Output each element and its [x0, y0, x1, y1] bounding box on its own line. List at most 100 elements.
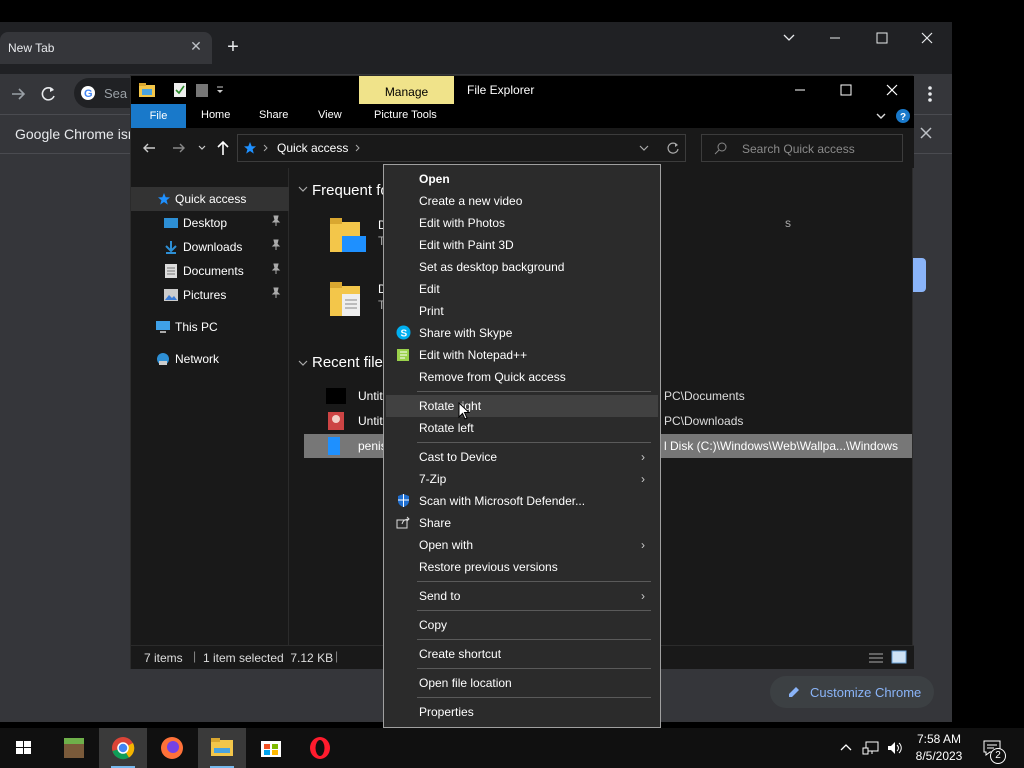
menu-item-edit-notepadpp[interactable]: Edit with Notepad++ [386, 344, 658, 366]
search-box[interactable]: Search Quick access [701, 134, 903, 162]
refresh-icon[interactable] [666, 141, 680, 155]
customize-chrome-button[interactable]: Customize Chrome [770, 676, 934, 708]
taskbar-store[interactable] [247, 728, 295, 768]
menu-item-rotate-left[interactable]: Rotate left [386, 417, 658, 439]
frequent-folder-documents[interactable] [328, 280, 368, 324]
ribbon-tab-picture-tools[interactable]: Picture Tools [374, 109, 437, 121]
menu-item-set-desktop-background[interactable]: Set as desktop background [386, 256, 658, 278]
chrome-close-button[interactable] [904, 22, 950, 54]
menu-item-restore-previous-versions[interactable]: Restore previous versions [386, 556, 658, 578]
menu-item-copy[interactable]: Copy [386, 614, 658, 636]
nav-item-downloads[interactable]: Downloads [131, 235, 289, 259]
ribbon-tab-view[interactable]: View [318, 109, 342, 121]
recent-file-path: PC\Documents [664, 389, 745, 403]
ribbon-expand-chevron-icon[interactable] [875, 110, 887, 122]
clock-time[interactable]: 7:58 AM [914, 732, 964, 746]
frequent-folder-desktop[interactable] [328, 216, 368, 260]
customize-chrome-label: Customize Chrome [810, 685, 922, 700]
breadcrumb-quick-access[interactable]: Quick access [277, 141, 348, 155]
menu-item-7zip[interactable]: 7-Zip › [386, 468, 658, 490]
tab-close-icon[interactable]: ✕ [188, 38, 204, 56]
menu-item-open-file-location[interactable]: Open file location [386, 672, 658, 694]
back-arrow-icon[interactable] [141, 140, 157, 156]
nav-label: Pictures [183, 288, 227, 302]
forward-arrow-icon[interactable] [4, 80, 32, 108]
recent-locations-chevron-icon[interactable] [197, 140, 207, 156]
explorer-minimize-button[interactable] [777, 74, 823, 106]
menu-item-scan-defender[interactable]: Scan with Microsoft Defender... [386, 490, 658, 512]
notification-badge: 2 [990, 748, 1006, 764]
menu-item-print[interactable]: Print [386, 300, 658, 322]
quick-access-star-icon [243, 141, 257, 155]
address-bar[interactable]: Quick access [237, 134, 686, 162]
reload-icon[interactable] [34, 80, 62, 108]
menu-item-open[interactable]: Open [386, 168, 658, 190]
network-status-icon[interactable] [862, 740, 880, 756]
nav-item-pictures[interactable]: Pictures [131, 283, 289, 307]
collapse-frequent-chevron-icon[interactable] [298, 184, 308, 194]
explorer-title: File Explorer [467, 83, 535, 97]
chevron-down-icon[interactable] [766, 22, 812, 54]
taskbar-minecraft[interactable] [50, 728, 98, 768]
nav-item-network[interactable]: Network [131, 347, 289, 371]
menu-item-open-with[interactable]: Open with › [386, 534, 658, 556]
large-icons-view-icon[interactable] [891, 650, 907, 664]
file-explorer-icon [211, 738, 233, 756]
menu-item-label: Copy [419, 618, 448, 632]
pin-icon [271, 287, 281, 299]
menu-item-share-skype[interactable]: S Share with Skype [386, 322, 658, 344]
taskbar-opera[interactable] [296, 728, 344, 768]
menu-item-create-video[interactable]: Create a new video [386, 190, 658, 212]
menu-item-create-shortcut[interactable]: Create shortcut [386, 643, 658, 665]
start-button[interactable] [0, 728, 48, 768]
chrome-maximize-button[interactable] [858, 22, 904, 54]
menu-item-share[interactable]: Share [386, 512, 658, 534]
new-tab-button[interactable]: + [222, 36, 244, 58]
nav-item-desktop[interactable]: Desktop [131, 211, 289, 235]
menu-item-send-to[interactable]: Send to › [386, 585, 658, 607]
infobar-close-icon[interactable] [918, 125, 934, 141]
search-icon [714, 141, 728, 155]
chrome-minimize-button[interactable] [812, 22, 858, 54]
up-arrow-icon[interactable] [215, 139, 231, 157]
new-folder-icon[interactable] [195, 82, 209, 98]
chrome-tab-new-tab[interactable]: New Tab ✕ [0, 32, 212, 64]
menu-item-cast-to-device[interactable]: Cast to Device › [386, 446, 658, 468]
nav-item-quick-access[interactable]: Quick access [131, 187, 289, 211]
menu-item-rotate-right[interactable]: Rotate right [386, 395, 658, 417]
ribbon-tab-file[interactable]: File [131, 104, 186, 128]
menu-item-edit-paint3d[interactable]: Edit with Paint 3D [386, 234, 658, 256]
frequent-folders-heading: Frequent fo [312, 182, 389, 199]
breadcrumb-chevron-icon[interactable] [354, 141, 362, 155]
omnibox-text: Sea [104, 86, 128, 101]
volume-icon[interactable] [886, 740, 904, 756]
help-icon[interactable]: ? [895, 108, 911, 124]
taskbar-chrome[interactable] [99, 728, 147, 768]
clock-date[interactable]: 8/5/2023 [914, 749, 964, 763]
ribbon-tab-share[interactable]: Share [259, 109, 288, 121]
taskbar-file-explorer[interactable] [198, 728, 246, 768]
ribbon-tab-home[interactable]: Home [201, 109, 230, 121]
menu-item-edit-photos[interactable]: Edit with Photos [386, 212, 658, 234]
menu-item-edit[interactable]: Edit [386, 278, 658, 300]
details-view-icon[interactable] [868, 651, 884, 665]
qat-dropdown-icon[interactable] [215, 82, 225, 98]
nav-item-this-pc[interactable]: This PC [131, 315, 289, 339]
file-thumbnail-icon [328, 412, 344, 430]
search-placeholder: Search Quick access [742, 142, 855, 156]
collapse-recent-chevron-icon[interactable] [298, 358, 308, 368]
explorer-maximize-button[interactable] [823, 74, 869, 106]
menu-item-remove-quick-access[interactable]: Remove from Quick access [386, 366, 658, 388]
taskbar-firefox[interactable] [148, 728, 196, 768]
chrome-menu-icon[interactable] [916, 80, 944, 108]
address-dropdown-icon[interactable] [638, 142, 650, 154]
show-hidden-icons-chevron-icon[interactable] [840, 741, 852, 753]
file-thumbnail-icon [326, 388, 346, 404]
menu-item-label: Edit with Paint 3D [419, 238, 514, 252]
explorer-close-button[interactable] [869, 74, 915, 106]
menu-item-properties[interactable]: Properties [386, 701, 658, 723]
properties-icon[interactable] [173, 82, 187, 98]
nav-item-documents[interactable]: Documents [131, 259, 289, 283]
manage-tab[interactable]: Manage [359, 76, 454, 104]
forward-arrow-icon[interactable] [171, 140, 187, 156]
